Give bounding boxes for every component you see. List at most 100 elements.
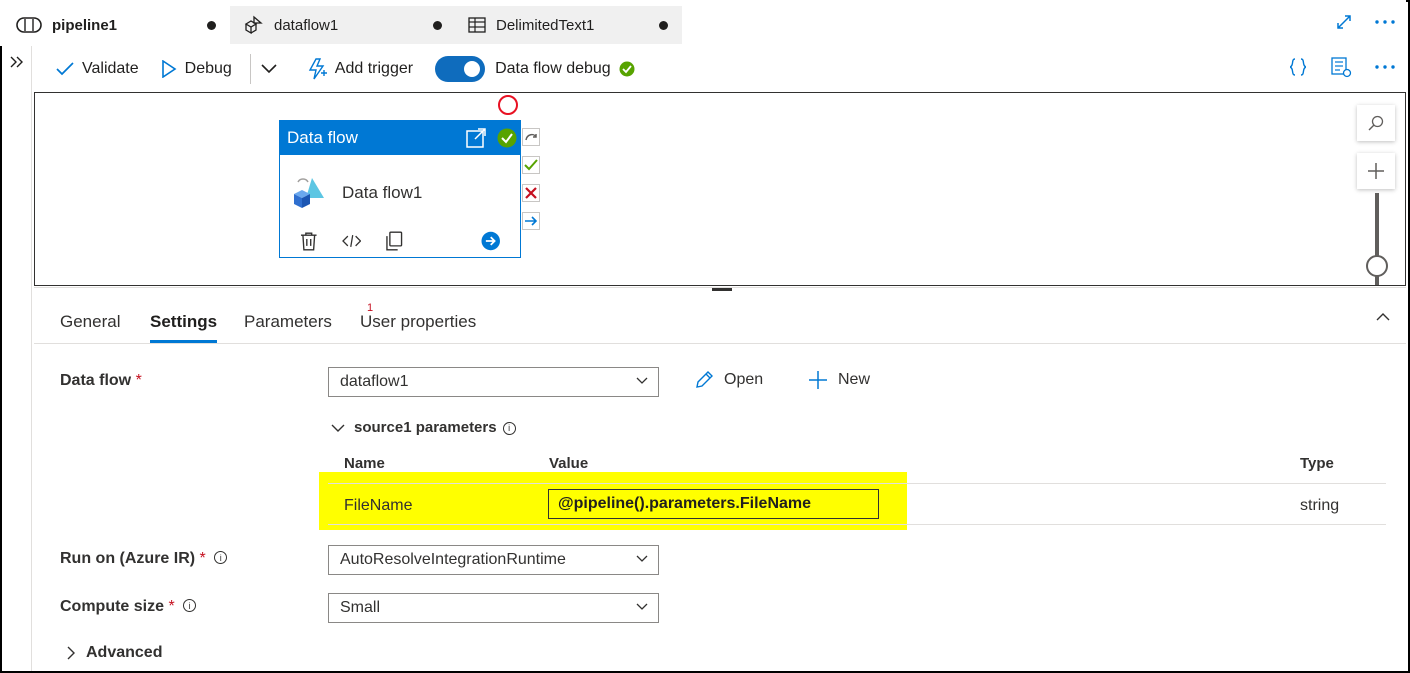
search-icon	[1368, 115, 1384, 131]
panel-splitter[interactable]	[34, 287, 1406, 293]
success-check-icon	[497, 128, 517, 148]
debug-label: Debug	[184, 60, 232, 77]
tab-label: DelimitedText1	[496, 16, 595, 34]
source-params-toggle[interactable]: source1 parameters i	[331, 419, 516, 436]
failure-pin[interactable]	[522, 184, 540, 202]
properties-icon[interactable]	[1330, 56, 1352, 78]
new-label: New	[838, 371, 871, 388]
info-icon: i	[502, 421, 516, 435]
code-braces-icon[interactable]	[1288, 57, 1308, 77]
chevron-down-icon	[636, 603, 648, 610]
completion-pin[interactable]	[522, 212, 540, 230]
debug-options-dropdown[interactable]	[261, 64, 285, 74]
pipeline-icon	[16, 17, 42, 33]
tab-dataflow1[interactable]: dataflow1	[230, 6, 456, 44]
dataflow-icon	[244, 15, 263, 35]
copy-icon[interactable]	[385, 231, 403, 251]
tab-parameters[interactable]: Parameters	[244, 312, 332, 340]
compute-select-value: Small	[340, 599, 381, 616]
more-options-icon[interactable]	[1374, 19, 1396, 25]
properties-tabs: General Settings Parameters 1 User prope…	[34, 300, 1406, 344]
runon-label-text: Run on (Azure IR)	[60, 550, 196, 567]
runon-select-value: AutoResolveIntegrationRuntime	[340, 551, 566, 568]
delete-icon[interactable]	[300, 231, 318, 251]
required-mark: *	[168, 598, 175, 615]
open-dataflow-button[interactable]: Open	[694, 370, 763, 390]
debug-button[interactable]: Debug	[161, 60, 232, 78]
success-check-icon	[619, 61, 635, 77]
chevron-down-icon	[636, 377, 648, 384]
required-mark: *	[199, 550, 206, 567]
param-name-cell: FileName	[344, 497, 413, 514]
dataflow-label-text: Data flow	[60, 372, 132, 389]
dataflow-debug-toggle[interactable]	[435, 56, 486, 82]
advanced-label: Advanced	[86, 644, 163, 661]
param-value-input[interactable]: @pipeline().parameters.FileName	[548, 489, 879, 519]
compute-field-label: Compute size * i	[60, 598, 197, 616]
dataflow-select-value: dataflow1	[340, 373, 409, 390]
add-trigger-label: Add trigger	[334, 60, 414, 77]
required-mark: *	[135, 372, 142, 389]
chevron-down-icon	[331, 424, 345, 432]
tab-pipeline1[interactable]: pipeline1	[4, 6, 230, 44]
tab-label: dataflow1	[274, 16, 339, 34]
collapse-panel-icon[interactable]	[1376, 312, 1390, 322]
unsaved-dot-icon	[659, 21, 668, 30]
skip-arrow-icon	[525, 133, 537, 141]
pipeline-canvas[interactable]: Data flow Data flow1	[34, 92, 1406, 286]
zoom-controls	[1357, 105, 1397, 285]
dataflow-select[interactable]: dataflow1	[328, 367, 659, 397]
activity-body: Data flow1	[280, 155, 520, 219]
check-icon	[524, 159, 538, 171]
pencil-icon	[696, 371, 713, 388]
grid-header-value: Value	[549, 455, 589, 472]
open-label: Open	[724, 371, 764, 388]
runon-select[interactable]: AutoResolveIntegrationRuntime	[328, 545, 659, 575]
dataflow-debug-status: Data flow debug	[495, 60, 643, 78]
grid-divider	[328, 524, 1386, 525]
expand-icon[interactable]	[1336, 14, 1352, 30]
splitter-grip-icon	[712, 288, 732, 291]
unsaved-dot-icon	[433, 21, 442, 30]
plus-icon	[1368, 163, 1384, 179]
code-icon[interactable]	[341, 234, 361, 248]
table-icon	[468, 17, 486, 33]
compute-label-text: Compute size	[60, 598, 165, 615]
annotation-circle	[498, 95, 518, 115]
pipeline-toolbar: Validate Debug Add trigger Data flow deb…	[34, 46, 1406, 92]
skip-pin[interactable]	[522, 128, 540, 146]
chevron-right-icon	[67, 646, 75, 660]
tab-settings[interactable]: Settings	[150, 312, 218, 343]
tab-user-properties[interactable]: User properties	[360, 312, 476, 340]
compute-select[interactable]: Small	[328, 593, 659, 623]
zoom-slider-handle[interactable]	[1366, 255, 1388, 277]
advanced-toggle[interactable]: Advanced	[66, 644, 162, 662]
validate-button[interactable]: Validate	[56, 60, 139, 78]
more-options-icon[interactable]	[1374, 64, 1396, 70]
activity-name: Data flow1	[342, 183, 423, 202]
play-icon	[161, 60, 177, 78]
dataflow-activity-node[interactable]: Data flow Data flow1	[279, 120, 521, 258]
chevron-down-icon	[636, 555, 648, 562]
activity-output-pins	[522, 128, 540, 230]
new-dataflow-button[interactable]: New	[808, 370, 870, 390]
x-icon	[525, 187, 537, 199]
source-params-title: source1 parameters	[354, 419, 497, 436]
param-type-cell: string	[1300, 497, 1340, 514]
add-trigger-button[interactable]: Add trigger	[307, 58, 413, 80]
factory-resources-collapsed	[2, 46, 32, 671]
tab-general[interactable]: General	[60, 312, 120, 340]
arrow-right-circle-icon[interactable]	[481, 231, 500, 251]
search-canvas-button[interactable]	[1357, 105, 1395, 141]
zoom-in-button[interactable]	[1357, 153, 1395, 189]
open-external-icon[interactable]	[465, 127, 487, 149]
tab-delimitedtext1[interactable]: DelimitedText1	[456, 6, 682, 44]
success-pin[interactable]	[522, 156, 540, 174]
checkmark-icon	[56, 62, 74, 76]
plus-icon	[809, 371, 827, 389]
toolbar-right-actions	[1288, 56, 1396, 78]
unsaved-dot-icon	[207, 21, 216, 30]
expand-panel-icon[interactable]	[10, 56, 24, 68]
lightning-icon	[308, 58, 327, 80]
grid-header-name: Name	[344, 455, 385, 472]
